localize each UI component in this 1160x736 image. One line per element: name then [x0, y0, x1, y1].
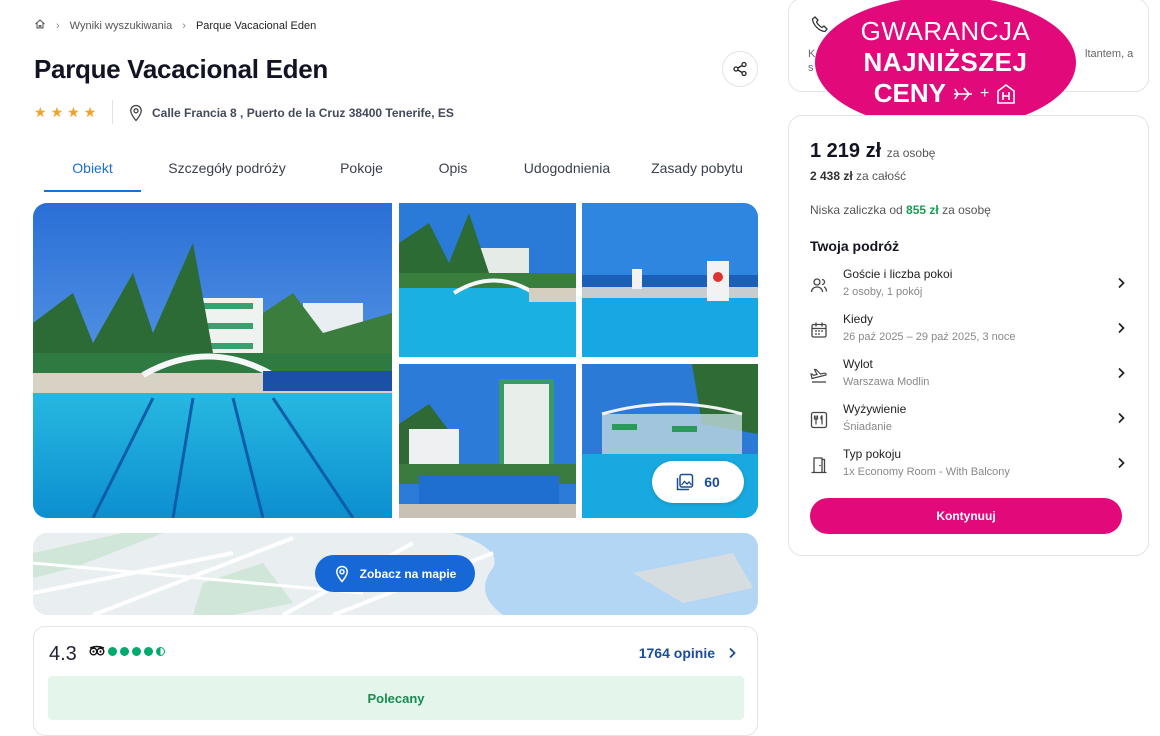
meal-icon	[810, 411, 828, 429]
contact-text-right: ltantem, a	[1085, 48, 1134, 60]
chevron-right-icon	[1118, 457, 1125, 469]
divider	[112, 100, 113, 124]
trip-row-departure[interactable]: Wylot Warszawa Modlin	[810, 356, 1128, 394]
show-on-map-button[interactable]: Zobacz na mapie	[315, 555, 475, 592]
continue-button[interactable]: Kontynuuj	[810, 498, 1122, 534]
guarantee-line1: GWARANCJA	[860, 16, 1031, 46]
price-unit: za osobę	[886, 146, 936, 160]
deposit-prefix: Niska zaliczka od	[810, 203, 903, 217]
photos-count: 60	[704, 474, 720, 490]
trip-row-value: Śniadanie	[843, 421, 892, 433]
price-per-person: 1 219 zł za osobę	[810, 140, 935, 163]
tripadvisor-rating	[89, 645, 165, 657]
plane-icon	[953, 86, 972, 101]
gallery-photo-main[interactable]	[33, 203, 392, 518]
share-button[interactable]	[722, 51, 758, 87]
tripadvisor-icon	[89, 645, 105, 656]
gallery-photo-3[interactable]	[582, 203, 758, 357]
tab-szczegoly-podrozy[interactable]: Szczegóły podróży	[141, 152, 313, 192]
trip-row-label: Kiedy	[843, 312, 874, 326]
total-price-unit: za całość	[856, 169, 907, 183]
trip-row-meals[interactable]: Wyżywienie Śniadanie	[810, 401, 1128, 439]
deposit-amount: 855 zł	[906, 203, 939, 217]
section-tabs: Obiekt Szczegóły podróży Pokoje Opis Udo…	[44, 152, 756, 192]
star-icon: ★	[67, 104, 80, 120]
rating-bubble-half	[156, 646, 165, 656]
all-photos-button[interactable]: 60	[652, 461, 744, 503]
door-icon	[811, 457, 827, 474]
calendar-icon	[811, 322, 827, 338]
breadcrumb-item-current: Parque Vacacional Eden	[195, 19, 317, 32]
guarantee-plus: +	[979, 84, 990, 102]
chevron-right-icon	[1118, 322, 1125, 334]
reviews-link[interactable]: 1764 opinie	[639, 645, 737, 661]
reviews-card: 4.3 1764 opinie Polecany	[33, 626, 758, 736]
rating-bubble-full	[108, 646, 117, 656]
deposit-info: Niska zaliczka od 855 zł za osobę	[810, 203, 991, 217]
guarantee-ceny: CENY	[873, 78, 946, 108]
total-price-value: 2 438 zł	[810, 169, 853, 183]
chevron-right-icon	[729, 647, 736, 659]
star-icon: ★	[83, 104, 97, 120]
guests-icon	[810, 278, 828, 293]
location-pin-icon	[335, 565, 348, 583]
contact-text-2: s	[808, 62, 814, 74]
share-icon	[733, 61, 747, 77]
trip-row-value: 2 osoby, 1 pokój	[843, 286, 923, 298]
chevron-right-icon	[1118, 367, 1125, 379]
deposit-unit: za osobę	[942, 203, 991, 217]
star-icon: ★	[34, 104, 47, 120]
lowest-price-guarantee-badge: GWARANCJA NAJNIŻSZEJ CENY +	[815, 0, 1076, 129]
photo-gallery	[33, 203, 758, 518]
rating-bubble-full	[144, 646, 153, 656]
star-icon: ★	[50, 104, 64, 120]
tab-zasady-pobytu[interactable]: Zasady pobytu	[638, 152, 756, 192]
guarantee-line3: CENY +	[815, 78, 1076, 109]
trip-row-value: 1x Economy Room - With Balcony	[843, 466, 1010, 478]
chevron-right-icon: ›	[182, 19, 186, 32]
recommended-badge: Polecany	[48, 676, 744, 720]
trip-row-label: Wyżywienie	[843, 402, 907, 416]
tab-pokoje[interactable]: Pokoje	[313, 152, 410, 192]
gallery-icon	[676, 473, 694, 491]
trip-row-room-type[interactable]: Typ pokoju 1x Economy Room - With Balcon…	[810, 446, 1128, 484]
trip-row-guests[interactable]: Goście i liczba pokoi 2 osoby, 1 pokój	[810, 266, 1128, 304]
tab-obiekt[interactable]: Obiekt	[44, 152, 141, 192]
home-icon[interactable]	[34, 18, 46, 33]
chevron-right-icon	[1118, 412, 1125, 424]
trip-row-dates[interactable]: Kiedy 26 paź 2025 – 29 paź 2025, 3 noce	[810, 311, 1128, 349]
trip-section-title: Twoja podróż	[810, 238, 900, 254]
reviews-count: 1764 opinie	[638, 645, 715, 661]
booking-card: 1 219 zł za osobę 2 438 zł za całość Nis…	[788, 115, 1149, 556]
price-value: 1 219 zł	[810, 140, 882, 162]
trip-row-label: Wylot	[843, 357, 873, 371]
plane-icon	[810, 368, 827, 383]
chevron-right-icon	[1118, 277, 1125, 289]
address-text: Calle Francia 8 , Puerto de la Cruz 3840…	[152, 106, 454, 120]
trip-row-label: Goście i liczba pokoi	[843, 267, 953, 281]
breadcrumb-item-search-results[interactable]: Wyniki wyszukiwania	[70, 20, 173, 32]
tab-opis[interactable]: Opis	[410, 152, 496, 192]
rating-bubble-full	[132, 646, 141, 656]
hotel-icon	[997, 83, 1016, 104]
star-rating: ★ ★ ★ ★	[34, 104, 96, 121]
trip-row-value: 26 paź 2025 – 29 paź 2025, 3 noce	[843, 331, 1016, 343]
breadcrumb: › Wyniki wyszukiwania › Parque Vacaciona…	[34, 18, 316, 33]
gallery-photo-4[interactable]	[399, 364, 576, 518]
trip-row-label: Typ pokoju	[843, 447, 902, 461]
review-rating: 4.3	[49, 643, 77, 665]
trip-row-value: Warszawa Modlin	[843, 376, 930, 388]
chevron-right-icon: ›	[56, 19, 60, 32]
page-title: Parque Vacacional Eden	[34, 54, 328, 84]
total-price: 2 438 zł za całość	[810, 169, 906, 183]
tab-udogodnienia[interactable]: Udogodnienia	[496, 152, 638, 192]
rating-bubble-full	[120, 646, 129, 656]
show-on-map-label: Zobacz na mapie	[359, 566, 457, 581]
guarantee-line2: NAJNIŻSZEJ	[863, 47, 1028, 77]
hotel-address: Calle Francia 8 , Puerto de la Cruz 3840…	[128, 104, 454, 122]
gallery-photo-2[interactable]	[399, 203, 576, 357]
location-pin-icon	[130, 104, 142, 122]
